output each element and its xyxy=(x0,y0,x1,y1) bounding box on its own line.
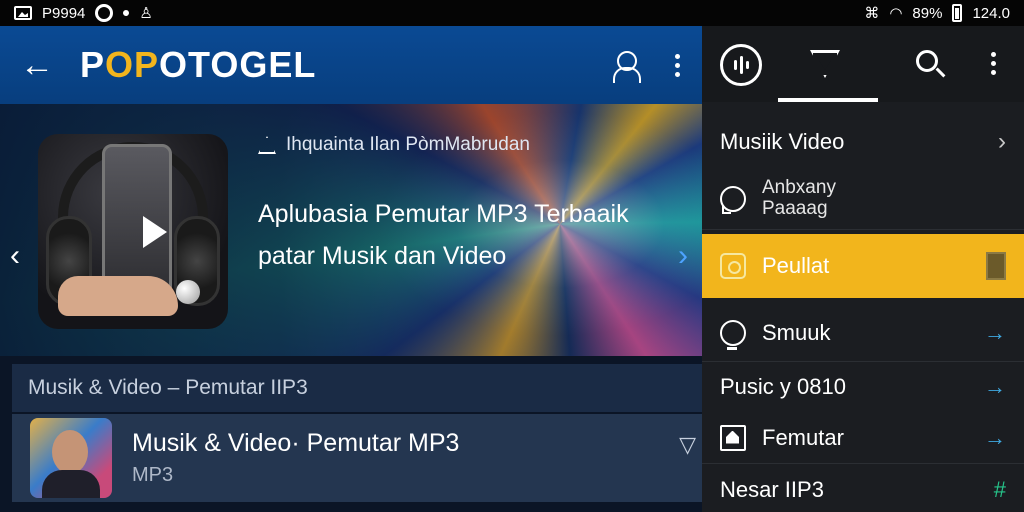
section-header: Musik & Video – Pemutar IIP3 xyxy=(12,364,702,412)
clock: 124.0 xyxy=(972,4,1010,22)
vibrate-icon: ⌘ xyxy=(864,5,880,22)
drawer-item-femutar[interactable]: Femutar → xyxy=(702,412,1024,464)
hash-icon: # xyxy=(993,477,1006,502)
more-vert-icon[interactable] xyxy=(672,53,682,77)
list-item-subtitle: MP3 xyxy=(132,464,174,486)
chevron-down-icon[interactable]: ▽ xyxy=(679,432,696,458)
title-part: P xyxy=(80,44,106,85)
drawer-item-label: Pusic y 0810 xyxy=(720,374,846,399)
back-button[interactable]: ← xyxy=(20,48,60,82)
status-text: P9994 xyxy=(42,4,86,22)
list-item[interactable]: Musik & Video· Pemutar MP3 MP3 ▽ xyxy=(12,414,702,502)
title-part: OTOGEL xyxy=(159,44,317,85)
drawer-item-label: Nesar IIP3 xyxy=(720,477,824,502)
app-thumbnail xyxy=(30,418,112,498)
hand-image xyxy=(58,276,178,316)
banner-artwork xyxy=(38,134,228,329)
battery-icon xyxy=(952,4,963,22)
status-bar-left: P9994 ♙ xyxy=(14,4,153,22)
drawer-item-label: Musiik Video xyxy=(720,129,845,154)
active-tab-indicator xyxy=(778,98,878,102)
drawer-tab-bar xyxy=(702,26,1024,102)
side-drawer: Musiik Video › Anbxany Paaaag Peullat Sm… xyxy=(702,26,1024,512)
banner-tag-text: Ihquainta Ilan PòmMabrudan xyxy=(286,134,530,155)
arrow-right-icon: → xyxy=(984,424,1006,450)
drawer-item-label: Peullat xyxy=(762,253,830,278)
arrow-right-icon: → xyxy=(984,319,1006,345)
app-title: POPOTOGEL xyxy=(80,44,316,86)
banner-next-button[interactable]: › xyxy=(678,239,688,273)
person-icon[interactable] xyxy=(612,51,641,83)
banner-headline-2: patar Musik dan Video xyxy=(258,242,507,270)
arrow-right-icon: → xyxy=(984,374,1006,399)
search-icon[interactable] xyxy=(916,50,938,72)
title-part-accent: P xyxy=(134,44,160,85)
app-bar: ← POPOTOGEL xyxy=(0,26,702,104)
warning-icon xyxy=(258,136,276,154)
sync-icon xyxy=(95,4,114,22)
drawer-item-nesar[interactable]: Nesar IIP3 # xyxy=(702,468,1024,512)
list-item-text: Musik & Video· Pemutar MP3 MP3 xyxy=(132,429,459,487)
earbud-image xyxy=(176,280,200,304)
battery-icon xyxy=(986,252,1006,280)
search-icon xyxy=(720,319,746,350)
drawer-item-smuuk[interactable]: Smuuk → xyxy=(702,304,1024,362)
drawer-item-line-2: Paaaag xyxy=(762,197,828,219)
image-notification-icon xyxy=(14,6,32,20)
camera-icon xyxy=(720,253,746,279)
status-bar-right: ⌘ ◠ 89% 124.0 xyxy=(864,4,1010,22)
chevron-left-icon: ‹ xyxy=(10,239,20,272)
drawer-item-musik-video[interactable]: Musiik Video › xyxy=(702,116,1024,168)
home-box-icon xyxy=(720,424,746,451)
audio-wave-icon[interactable] xyxy=(720,44,762,86)
notification-dot-icon xyxy=(123,10,130,16)
more-vert-icon[interactable] xyxy=(988,52,998,75)
banner-headline-1: Aplubasia Pemutar MP3 Terbaaik xyxy=(258,200,629,228)
drawer-item-label: Anbxany Paaaag xyxy=(762,176,836,220)
play-icon[interactable] xyxy=(143,216,167,248)
chat-icon xyxy=(720,185,746,214)
bag-icon: ♙ xyxy=(139,5,153,22)
drawer-item-line-1: Anbxany xyxy=(762,176,836,198)
drawer-item-peullat[interactable]: Peullat xyxy=(702,234,1024,298)
chevron-right-icon: › xyxy=(998,128,1006,155)
drawer-item-anbxany[interactable]: Anbxany Paaaag xyxy=(702,168,1024,230)
hero-banner[interactable]: ‹ › Ihquainta Ilan PòmMabrudan Aplubasia… xyxy=(0,104,702,356)
drawer-item-label: Smuuk xyxy=(762,319,831,345)
banner-prev-button[interactable]: ‹ xyxy=(10,239,20,273)
banner-tag: Ihquainta Ilan PòmMabrudan xyxy=(258,134,530,156)
wifi-icon: ◠ xyxy=(889,5,903,22)
drawer-item-label: Femutar xyxy=(762,424,844,450)
chevron-right-icon: › xyxy=(678,239,688,272)
app-bar-actions xyxy=(612,51,682,83)
arrow-left-icon: ← xyxy=(20,46,54,84)
battery-percent: 89% xyxy=(912,4,943,22)
drawer-item-pusic[interactable]: Pusic y 0810 → xyxy=(702,362,1024,412)
title-part-accent: O xyxy=(105,44,135,85)
status-bar: P9994 ♙ ⌘ ◠ 89% 124.0 xyxy=(0,0,1024,26)
list-item-title: Musik & Video· Pemutar MP3 xyxy=(132,429,460,457)
